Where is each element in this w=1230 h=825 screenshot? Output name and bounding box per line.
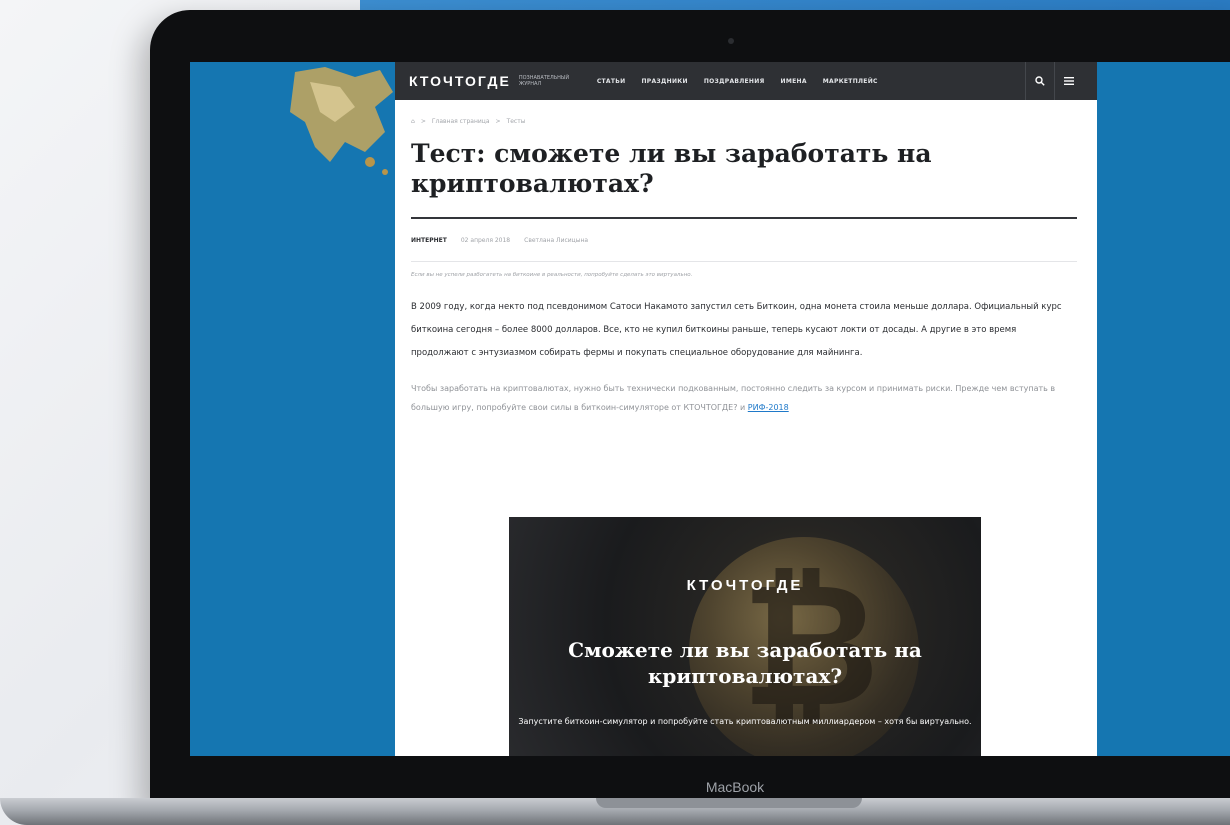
menu-icon[interactable] xyxy=(1054,62,1083,100)
camera-icon xyxy=(728,38,734,44)
main-nav: СТАТЬИ ПРАЗДНИКИ ПОЗДРАВЛЕНИЯ ИМЕНА МАРК… xyxy=(597,78,878,85)
article-lead: Если вы не успели разбогатеть на биткоин… xyxy=(411,272,693,278)
site-logo[interactable]: КТОЧТОГДЕ xyxy=(409,73,511,89)
breadcrumb-tests[interactable]: Тесты xyxy=(507,118,526,125)
device-label: MacBook xyxy=(705,779,765,795)
article-meta: ИНТЕРНЕТ 02 апреля 2018 Светлана Лисицын… xyxy=(411,219,1077,262)
article-date: 02 апреля 2018 xyxy=(460,236,511,244)
nav-item-greetings[interactable]: ПОЗДРАВЛЕНИЯ xyxy=(704,78,765,85)
article-content: ⌂ > Главная страница > Тесты Тест: сможе… xyxy=(395,118,1097,417)
site-header: КТОЧТОГДЕ ПОЗНАВАТЕЛЬНЫЙ ЖУРНАЛ СТАТЬИ П… xyxy=(395,62,1097,100)
nav-item-names[interactable]: ИМЕНА xyxy=(781,78,807,85)
article-paragraph-secondary: Чтобы заработать на криптовалютах, нужно… xyxy=(411,384,1056,412)
site-tagline: ПОЗНАВАТЕЛЬНЫЙ ЖУРНАЛ xyxy=(518,75,570,87)
banner-logo: КТОЧТОГДЕ xyxy=(686,577,804,594)
article-paragraph: В 2009 году, когда некто под псевдонимом… xyxy=(411,302,1062,358)
article-category[interactable]: ИНТЕРНЕТ xyxy=(411,237,447,244)
article-author[interactable]: Светлана Лисицына xyxy=(524,237,588,244)
nav-item-marketplace[interactable]: МАРКЕТПЛЕЙС xyxy=(823,78,878,85)
search-icon[interactable] xyxy=(1025,62,1054,100)
article-page: КТОЧТОГДЕ ПОЗНАВАТЕЛЬНЫЙ ЖУРНАЛ СТАТЬИ П… xyxy=(395,62,1097,756)
banner-title: Сможете ли вы заработать на криптовалюта… xyxy=(568,638,922,688)
home-icon[interactable]: ⌂ xyxy=(411,118,415,125)
nav-item-articles[interactable]: СТАТЬИ xyxy=(597,78,626,85)
header-actions xyxy=(1025,62,1083,100)
rif-2018-link[interactable]: РИФ-2018 xyxy=(748,403,789,412)
laptop-notch xyxy=(596,798,862,808)
nav-item-holidays[interactable]: ПРАЗДНИКИ xyxy=(641,78,687,85)
map-decoration xyxy=(290,67,393,175)
browser-viewport: КТОЧТОГДЕ ПОЗНАВАТЕЛЬНЫЙ ЖУРНАЛ СТАТЬИ П… xyxy=(190,62,1230,756)
article-title: Тест: сможете ли вы заработать на крипто… xyxy=(411,139,932,198)
breadcrumb-home[interactable]: Главная страница xyxy=(432,118,490,125)
breadcrumb: ⌂ > Главная страница > Тесты xyxy=(411,118,526,125)
test-banner[interactable]: ₿ КТОЧТОГДЕ Сможете ли вы заработать на … xyxy=(509,517,981,756)
banner-subtitle: Запустите биткоин-симулятор и попробуйте… xyxy=(518,717,972,726)
